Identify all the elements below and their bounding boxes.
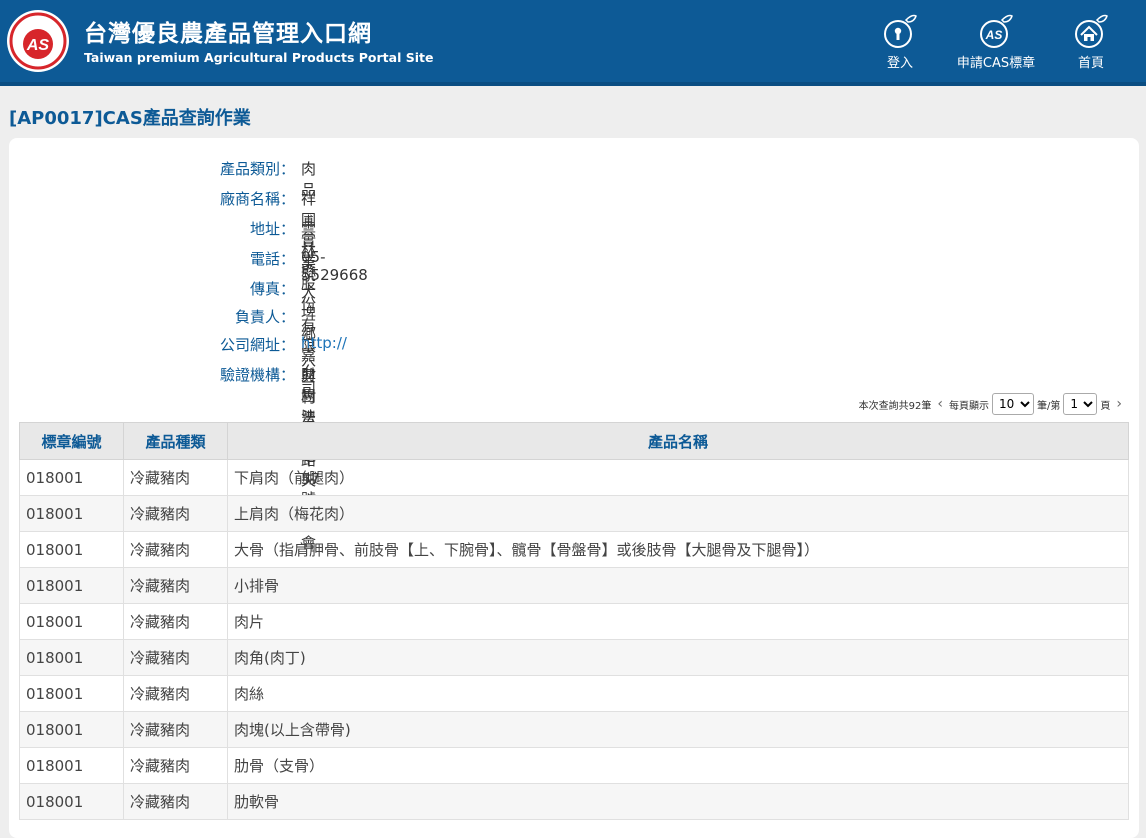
nav-login[interactable]: 登入 (855, 12, 945, 71)
page-select[interactable]: 1 (1063, 393, 1098, 415)
content-card: 產品類別： 肉品 廠商名稱： 祥圃實業股份有限公司 地址： 雲林縣大埤鄉嘉興村豐… (9, 138, 1139, 838)
product-type-cell: 冷藏豬肉 (123, 603, 228, 640)
product-name-cell: 小排骨 (227, 567, 1129, 604)
product-type-cell: 冷藏豬肉 (123, 567, 228, 604)
badge-number-cell: 018001 (19, 567, 124, 604)
product-name-cell: 肉絲 (227, 675, 1129, 712)
table-row: 018001 冷藏豬肉 大骨（指肩胛骨、前肢骨【上、下腕骨】、髖骨【骨盤骨】或後… (19, 531, 1129, 568)
product-name-cell: 上肩肉（梅花肉） (227, 495, 1129, 532)
nav-apply-cas[interactable]: AS 申請CAS標章 (951, 12, 1041, 71)
nav-login-label: 登入 (886, 56, 913, 71)
site-title: 台灣優良農產品管理入口網 (84, 21, 372, 47)
product-type-cell: 冷藏豬肉 (123, 459, 228, 496)
badge-number-cell: 018001 (19, 603, 124, 640)
badge-number-cell: 018001 (19, 639, 124, 676)
site-subtitle: Taiwan premium Agricultural Products Por… (84, 50, 434, 65)
website-link[interactable]: http:// (301, 334, 347, 352)
product-type-cell: 冷藏豬肉 (123, 711, 228, 748)
company-label: 廠商名稱： (219, 190, 295, 208)
badge-number-cell: 018001 (19, 531, 124, 568)
phone-label: 電話： (249, 250, 295, 268)
badge-number-cell: 018001 (19, 459, 124, 496)
total-count: 本次查詢共92筆 (858, 400, 932, 412)
per-page-label: 每頁顯示 (949, 400, 990, 412)
site-header: AS 台灣優良農產品管理入口網 Taiwan premium Agricultu… (0, 0, 1146, 86)
product-name-cell: 大骨（指肩胛骨、前肢骨【上、下腕骨】、髖骨【骨盤骨】或後肢骨【大腿骨及下腿骨】） (227, 531, 1129, 568)
per-page-select[interactable]: 10 (992, 393, 1035, 415)
header-badge-number[interactable]: 標章編號 (19, 422, 124, 460)
badge-number-cell: 018001 (19, 747, 124, 784)
product-type-cell: 冷藏豬肉 (123, 747, 228, 784)
product-table: 標章編號 產品種類 產品名稱 018001 冷藏豬肉 下肩肉（前腿肉） 0180… (19, 422, 1129, 820)
website-label: 公司網址： (219, 336, 295, 354)
product-type-cell: 冷藏豬肉 (123, 495, 228, 532)
product-name-cell: 肉片 (227, 603, 1129, 640)
nav-home-label: 首頁 (1077, 56, 1104, 71)
home-icon (1075, 14, 1108, 48)
product-type-cell: 冷藏豬肉 (123, 675, 228, 712)
header-product-type[interactable]: 產品種類 (123, 422, 228, 460)
next-page-icon[interactable]: › (1113, 396, 1125, 412)
badge-number-cell: 018001 (19, 495, 124, 532)
table-row: 018001 冷藏豬肉 肋骨（支骨） (19, 747, 1129, 784)
prev-page-icon[interactable]: ‹ (934, 396, 946, 412)
owner-label: 負責人： (234, 308, 295, 326)
badge-number-cell: 018001 (19, 711, 124, 748)
pagination: 本次查詢共92筆 ‹ 每頁顯示 10 筆/第 1 頁 › (859, 393, 1125, 415)
table-header-row: 標章編號 產品種類 產品名稱 (19, 422, 1129, 460)
page-suffix: 頁 (1100, 400, 1111, 412)
product-name-cell: 肉角(肉丁) (227, 639, 1129, 676)
table-row: 018001 冷藏豬肉 肋軟骨 (19, 783, 1129, 820)
cas-badge-icon: AS (980, 14, 1013, 48)
table-row: 018001 冷藏豬肉 下肩肉（前腿肉） (19, 459, 1129, 496)
svg-text:AS: AS (985, 28, 1003, 42)
product-name-cell: 下肩肉（前腿肉） (227, 459, 1129, 496)
table-row: 018001 冷藏豬肉 小排骨 (19, 567, 1129, 604)
unit-label: 筆/第 (1037, 400, 1061, 412)
table-row: 018001 冷藏豬肉 上肩肉（梅花肉） (19, 495, 1129, 532)
product-name-cell: 肉塊(以上含帶骨) (227, 711, 1129, 748)
nav-home[interactable]: 首頁 (1046, 12, 1136, 71)
badge-number-cell: 018001 (19, 783, 124, 820)
page-title: [AP0017]CAS產品查詢作業 (9, 108, 251, 129)
badge-number-cell: 018001 (19, 675, 124, 712)
product-name-cell: 肋骨（支骨） (227, 747, 1129, 784)
table-row: 018001 冷藏豬肉 肉角(肉丁) (19, 639, 1129, 676)
product-type-cell: 冷藏豬肉 (123, 783, 228, 820)
fax-label: 傳真： (249, 280, 295, 298)
category-label: 產品類別： (219, 160, 295, 178)
product-name-cell: 肋軟骨 (227, 783, 1129, 820)
logo-text: AS (26, 37, 50, 54)
certifier-label: 驗證機構： (219, 366, 295, 384)
table-row: 018001 冷藏豬肉 肉塊(以上含帶骨) (19, 711, 1129, 748)
keyhole-icon (884, 14, 917, 48)
address-label: 地址： (249, 220, 295, 238)
cas-logo[interactable]: AS (6, 6, 70, 76)
product-type-cell: 冷藏豬肉 (123, 531, 228, 568)
phone-value: 05-5529668 (301, 248, 368, 284)
header-product-name[interactable]: 產品名稱 (227, 422, 1129, 460)
table-row: 018001 冷藏豬肉 肉絲 (19, 675, 1129, 712)
product-type-cell: 冷藏豬肉 (123, 639, 228, 676)
nav-apply-label: 申請CAS標章 (956, 56, 1036, 71)
table-row: 018001 冷藏豬肉 肉片 (19, 603, 1129, 640)
